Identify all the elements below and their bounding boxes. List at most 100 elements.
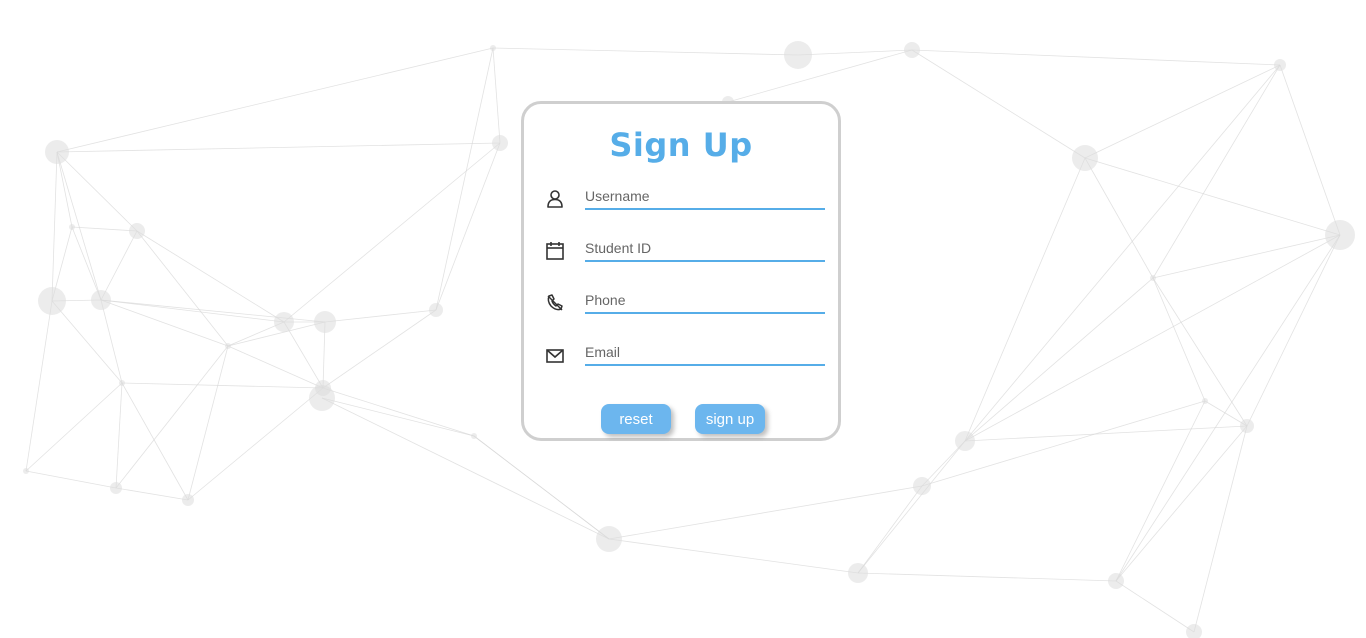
network-edge (25, 382, 123, 472)
network-node (119, 380, 125, 386)
network-node (314, 311, 336, 333)
network-edge (857, 440, 966, 574)
network-edge (187, 345, 229, 501)
network-edge (1152, 64, 1281, 279)
network-node (38, 287, 66, 315)
network-node (784, 41, 812, 69)
network-edge (964, 234, 1341, 442)
network-node (471, 433, 477, 439)
signup-card: Sign Up reset sign up (521, 101, 841, 441)
network-node (225, 343, 231, 349)
network-edge (797, 49, 913, 56)
network-node (1150, 275, 1156, 281)
network-edge (964, 425, 1248, 442)
network-node (848, 563, 868, 583)
network-edge (56, 47, 494, 153)
network-edge (25, 470, 117, 489)
network-edge (608, 538, 859, 574)
network-node (182, 494, 194, 506)
network-node (69, 224, 75, 230)
network-node (913, 477, 931, 495)
network-edge (187, 387, 324, 501)
reset-button[interactable]: reset (601, 404, 671, 434)
network-edge (473, 435, 610, 540)
network-edge (1084, 64, 1281, 159)
network-edge (56, 142, 501, 153)
network-edge (911, 49, 1086, 159)
network-node (129, 223, 145, 239)
network-node (45, 140, 69, 164)
network-node (490, 45, 496, 51)
network-edge (136, 230, 285, 323)
network-node (309, 385, 335, 411)
network-edge (283, 321, 324, 389)
network-edge (25, 300, 53, 472)
network-edge (608, 485, 923, 540)
network-node (1186, 624, 1202, 638)
network-edge (1084, 157, 1154, 279)
network-edge (227, 345, 324, 389)
network-edge (283, 142, 501, 323)
network-edge (1152, 234, 1341, 279)
network-edge (964, 157, 1086, 442)
student-id-input[interactable] (585, 236, 825, 262)
username-field-row (544, 184, 825, 214)
network-edge (1152, 277, 1206, 402)
network-edge (136, 230, 229, 347)
user-icon (547, 190, 563, 208)
network-node (904, 42, 920, 58)
network-edge (321, 397, 475, 437)
phone-input[interactable] (585, 288, 825, 314)
network-node (429, 303, 443, 317)
network-edge (115, 382, 123, 489)
email-field-row (544, 340, 825, 370)
network-node (1240, 419, 1254, 433)
network-node (1325, 220, 1355, 250)
network-edge (51, 151, 58, 302)
network-edge (1279, 64, 1341, 236)
network-edge (1084, 157, 1341, 236)
network-edge (492, 47, 799, 56)
network-edge (1246, 234, 1341, 427)
username-input[interactable] (585, 184, 825, 210)
network-node (1108, 573, 1124, 589)
network-node (23, 468, 29, 474)
network-edge (324, 309, 437, 323)
network-node (1274, 59, 1286, 71)
network-edge (1115, 234, 1341, 582)
phone-icon (547, 294, 563, 311)
network-edge (911, 49, 1281, 66)
network-edge (71, 226, 138, 232)
network-edge (857, 485, 923, 574)
network-edge (322, 309, 437, 389)
sign-up-button[interactable]: sign up (695, 404, 765, 434)
email-input[interactable] (585, 340, 825, 366)
network-edge (115, 345, 229, 489)
student-id-field-row (544, 236, 825, 266)
network-edge (100, 230, 138, 301)
network-edge (727, 49, 913, 103)
network-edge (121, 382, 324, 389)
phone-field-row (544, 288, 825, 318)
network-edge (115, 487, 189, 501)
network-edge (1204, 400, 1248, 427)
network-edge (435, 142, 501, 311)
network-edge (964, 64, 1281, 442)
network-edge (322, 387, 475, 437)
network-edge (100, 299, 285, 323)
network-edge (435, 47, 494, 311)
calendar-icon (546, 242, 564, 260)
network-edge (857, 572, 1117, 582)
network-edge (121, 382, 189, 501)
mail-icon (546, 349, 564, 363)
network-node (1202, 398, 1208, 404)
network-node (110, 482, 122, 494)
network-node (91, 290, 111, 310)
network-edge (100, 299, 229, 347)
network-edge (1115, 580, 1195, 633)
network-node (492, 135, 508, 151)
network-node (1072, 145, 1098, 171)
network-edge (71, 226, 102, 301)
network-edge (964, 277, 1154, 442)
network-edge (492, 47, 501, 144)
